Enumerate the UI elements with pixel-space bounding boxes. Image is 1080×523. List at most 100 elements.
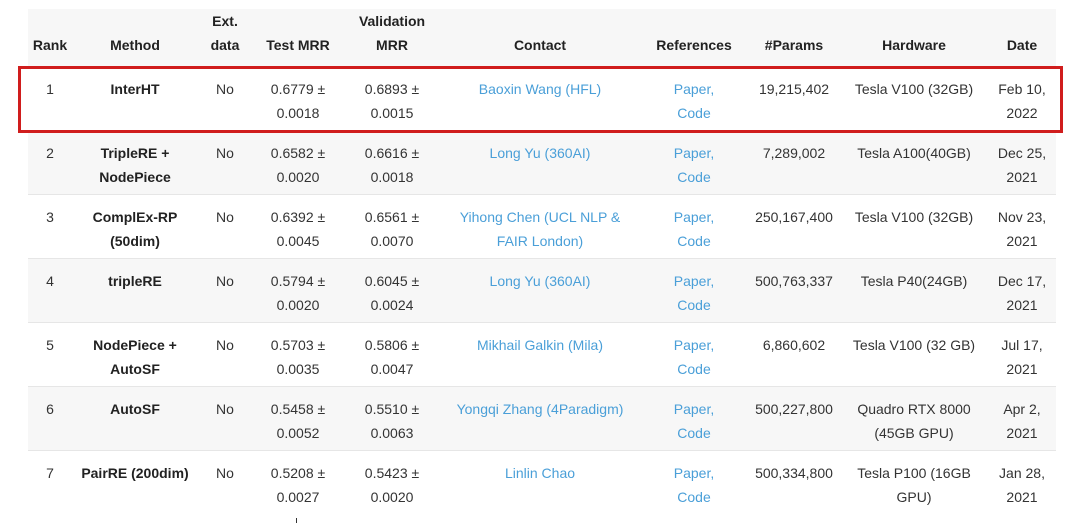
- rank-cell: 3: [46, 209, 54, 225]
- paper-link[interactable]: Paper,: [674, 145, 714, 161]
- table-row: 6 AutoSF No 0.5458 ± 0.0052 0.5510 ± 0.0…: [28, 386, 1056, 451]
- rank-cell: 7: [46, 465, 54, 481]
- col-contact-header: Contact: [513, 37, 567, 53]
- col-method-header: Method: [110, 37, 160, 53]
- contact-link[interactable]: Yongqi Zhang (4Paradigm): [457, 401, 624, 417]
- hardware-cell: Tesla P40(24GB): [860, 273, 968, 289]
- rank-cell: 4: [46, 273, 54, 289]
- code-link[interactable]: Code: [677, 361, 710, 377]
- val-mrr-cell: 0.5510 ± 0.0063: [364, 401, 420, 441]
- params-cell: 500,227,800: [755, 401, 833, 417]
- contact-cell: Long Yu (360AI): [440, 131, 640, 195]
- code-link[interactable]: Code: [677, 233, 710, 249]
- hardware-cell: Tesla P100 (16GB GPU): [857, 465, 971, 505]
- ext-data-cell: No: [216, 209, 234, 225]
- paper-link[interactable]: Paper,: [674, 273, 714, 289]
- references-cell: Paper, Code: [640, 451, 748, 515]
- col-ext-data-header: Ext. data: [210, 13, 240, 53]
- references-cell: Paper, Code: [640, 259, 748, 323]
- table-row: 7 PairRE (200dim) No 0.5208 ± 0.0027 0.5…: [28, 450, 1056, 515]
- code-link[interactable]: Code: [677, 169, 710, 185]
- date-cell: Dec 25, 2021: [997, 145, 1047, 185]
- method-cell: AutoSF: [110, 401, 160, 417]
- contact-cell: Baoxin Wang (HFL): [440, 67, 640, 131]
- test-mrr-cell: 0.6582 ± 0.0020: [270, 145, 326, 185]
- table-row: 1 InterHT No 0.6779 ± 0.0018 0.6893 ± 0.…: [28, 66, 1056, 131]
- val-mrr-cell: 0.5806 ± 0.0047: [364, 337, 420, 377]
- hardware-cell: Tesla V100 (32GB): [854, 209, 974, 225]
- params-cell: 7,289,002: [762, 145, 826, 161]
- references-cell: Paper, Code: [640, 323, 748, 387]
- contact-link[interactable]: Baoxin Wang (HFL): [479, 81, 601, 97]
- leaderboard-table: Rank Method Ext. data Test MRR Validation…: [28, 9, 1056, 515]
- contact-cell: Mikhail Galkin (Mila): [440, 323, 640, 387]
- table-row: 3 ComplEx-RP (50dim) No 0.6392 ± 0.0045 …: [28, 194, 1056, 259]
- col-hardware-header: Hardware: [882, 37, 946, 53]
- paper-link[interactable]: Paper,: [674, 337, 714, 353]
- params-cell: 250,167,400: [755, 209, 833, 225]
- leaderboard-page: Rank Method Ext. data Test MRR Validation…: [0, 0, 1080, 523]
- test-mrr-cell: 0.6392 ± 0.0045: [270, 209, 326, 249]
- code-link[interactable]: Code: [677, 489, 710, 505]
- ext-data-cell: No: [216, 81, 234, 97]
- table-row: 2 TripleRE + NodePiece No 0.6582 ± 0.002…: [28, 130, 1056, 195]
- rank-cell: 5: [46, 337, 54, 353]
- ext-data-cell: No: [216, 337, 234, 353]
- test-mrr-cell: 0.5458 ± 0.0052: [270, 401, 326, 441]
- references-cell: Paper, Code: [640, 67, 748, 131]
- contact-link[interactable]: Yihong Chen (UCL NLP & FAIR London): [460, 209, 621, 249]
- references-cell: Paper, Code: [640, 195, 748, 259]
- contact-cell: Yongqi Zhang (4Paradigm): [440, 387, 640, 451]
- paper-link[interactable]: Paper,: [674, 209, 714, 225]
- rank-cell: 6: [46, 401, 54, 417]
- val-mrr-cell: 0.5423 ± 0.0020: [364, 465, 420, 505]
- val-mrr-cell: 0.6616 ± 0.0018: [364, 145, 420, 185]
- method-cell: PairRE (200dim): [81, 465, 189, 481]
- col-date-header: Date: [1006, 37, 1038, 53]
- contact-link[interactable]: Long Yu (360AI): [490, 145, 591, 161]
- col-params-header: #Params: [764, 37, 824, 53]
- text-cursor: [296, 518, 297, 523]
- val-mrr-cell: 0.6561 ± 0.0070: [364, 209, 420, 249]
- method-cell: TripleRE + NodePiece: [99, 145, 171, 185]
- test-mrr-cell: 0.5208 ± 0.0027: [270, 465, 326, 505]
- date-cell: Feb 10, 2022: [998, 81, 1046, 121]
- params-cell: 500,334,800: [755, 465, 833, 481]
- contact-cell: Long Yu (360AI): [440, 259, 640, 323]
- method-cell: InterHT: [110, 81, 160, 97]
- val-mrr-cell: 0.6893 ± 0.0015: [364, 81, 420, 121]
- params-cell: 6,860,602: [762, 337, 826, 353]
- hardware-cell: Tesla V100 (32 GB): [852, 337, 976, 353]
- references-cell: Paper, Code: [640, 131, 748, 195]
- code-link[interactable]: Code: [677, 105, 710, 121]
- col-test-mrr-header: Test MRR: [266, 37, 330, 53]
- date-cell: Jan 28, 2021: [999, 465, 1045, 505]
- date-cell: Jul 17, 2021: [1001, 337, 1043, 377]
- col-rank-header: Rank: [32, 37, 68, 53]
- code-link[interactable]: Code: [677, 297, 710, 313]
- test-mrr-cell: 0.5703 ± 0.0035: [270, 337, 326, 377]
- contact-link[interactable]: Mikhail Galkin (Mila): [477, 337, 603, 353]
- table-row: 5 NodePiece + AutoSF No 0.5703 ± 0.0035 …: [28, 322, 1056, 387]
- hardware-cell: Tesla A100(40GB): [857, 145, 971, 161]
- contact-link[interactable]: Long Yu (360AI): [490, 273, 591, 289]
- val-mrr-cell: 0.6045 ± 0.0024: [364, 273, 420, 313]
- method-cell: NodePiece + AutoSF: [93, 337, 177, 377]
- col-references-header: References: [656, 37, 732, 53]
- col-val-mrr-header: Validation MRR: [358, 13, 426, 53]
- date-cell: Apr 2, 2021: [1003, 401, 1041, 441]
- paper-link[interactable]: Paper,: [674, 401, 714, 417]
- paper-link[interactable]: Paper,: [674, 465, 714, 481]
- test-mrr-cell: 0.6779 ± 0.0018: [270, 81, 326, 121]
- ext-data-cell: No: [216, 273, 234, 289]
- params-cell: 500,763,337: [755, 273, 833, 289]
- code-link[interactable]: Code: [677, 425, 710, 441]
- references-cell: Paper, Code: [640, 387, 748, 451]
- table-row: 4 tripleRE No 0.5794 ± 0.0020 0.6045 ± 0…: [28, 258, 1056, 323]
- date-cell: Nov 23, 2021: [997, 209, 1047, 249]
- params-cell: 19,215,402: [758, 81, 830, 97]
- contact-link[interactable]: Linlin Chao: [505, 465, 575, 481]
- paper-link[interactable]: Paper,: [674, 81, 714, 97]
- rank-cell: 2: [46, 145, 54, 161]
- table-header-row: Rank Method Ext. data Test MRR Validation…: [28, 9, 1056, 67]
